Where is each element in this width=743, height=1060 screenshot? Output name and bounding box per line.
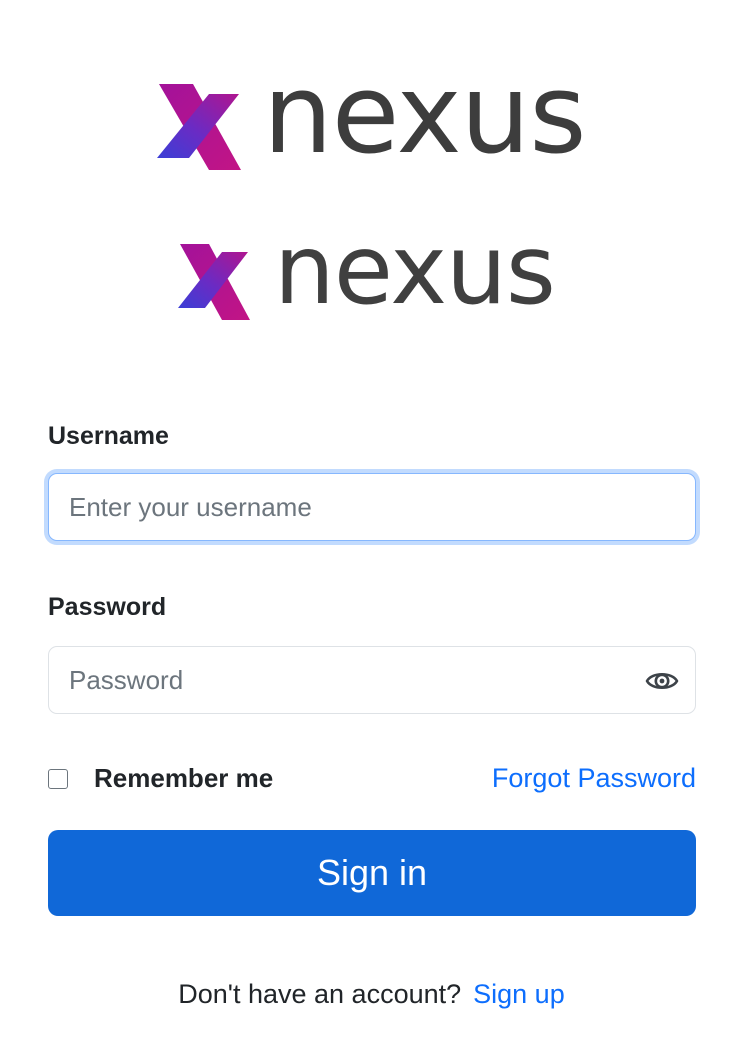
username-field-wrapper xyxy=(48,473,696,541)
remember-me[interactable]: Remember me xyxy=(48,763,273,794)
signup-prompt-text: Don't have an account? xyxy=(178,979,462,1009)
password-input[interactable] xyxy=(49,647,695,713)
sign-in-button[interactable]: Sign in xyxy=(48,830,696,916)
username-label: Username xyxy=(48,422,169,450)
login-page: nexus nexus Username Password xyxy=(0,0,743,1060)
eye-icon[interactable] xyxy=(645,664,679,698)
username-input[interactable] xyxy=(49,474,695,540)
brand-wordmark: nexus xyxy=(263,50,587,178)
forgot-password-link[interactable]: Forgot Password xyxy=(492,763,696,794)
remember-me-label: Remember me xyxy=(94,763,274,793)
brand-logo: nexus xyxy=(157,59,587,170)
brand-wordmark-secondary: nexus xyxy=(274,214,556,326)
x-mark-logo-icon xyxy=(157,84,241,170)
password-label: Password xyxy=(48,593,167,621)
x-mark-logo-icon xyxy=(178,244,250,320)
password-field-wrapper xyxy=(48,646,696,714)
brand-logo-secondary: nexus xyxy=(178,222,556,320)
sign-up-link[interactable]: Sign up xyxy=(473,979,565,1009)
signup-prompt-row: Don't have an account? Sign up xyxy=(0,979,743,1010)
remember-me-checkbox[interactable] xyxy=(48,768,68,789)
